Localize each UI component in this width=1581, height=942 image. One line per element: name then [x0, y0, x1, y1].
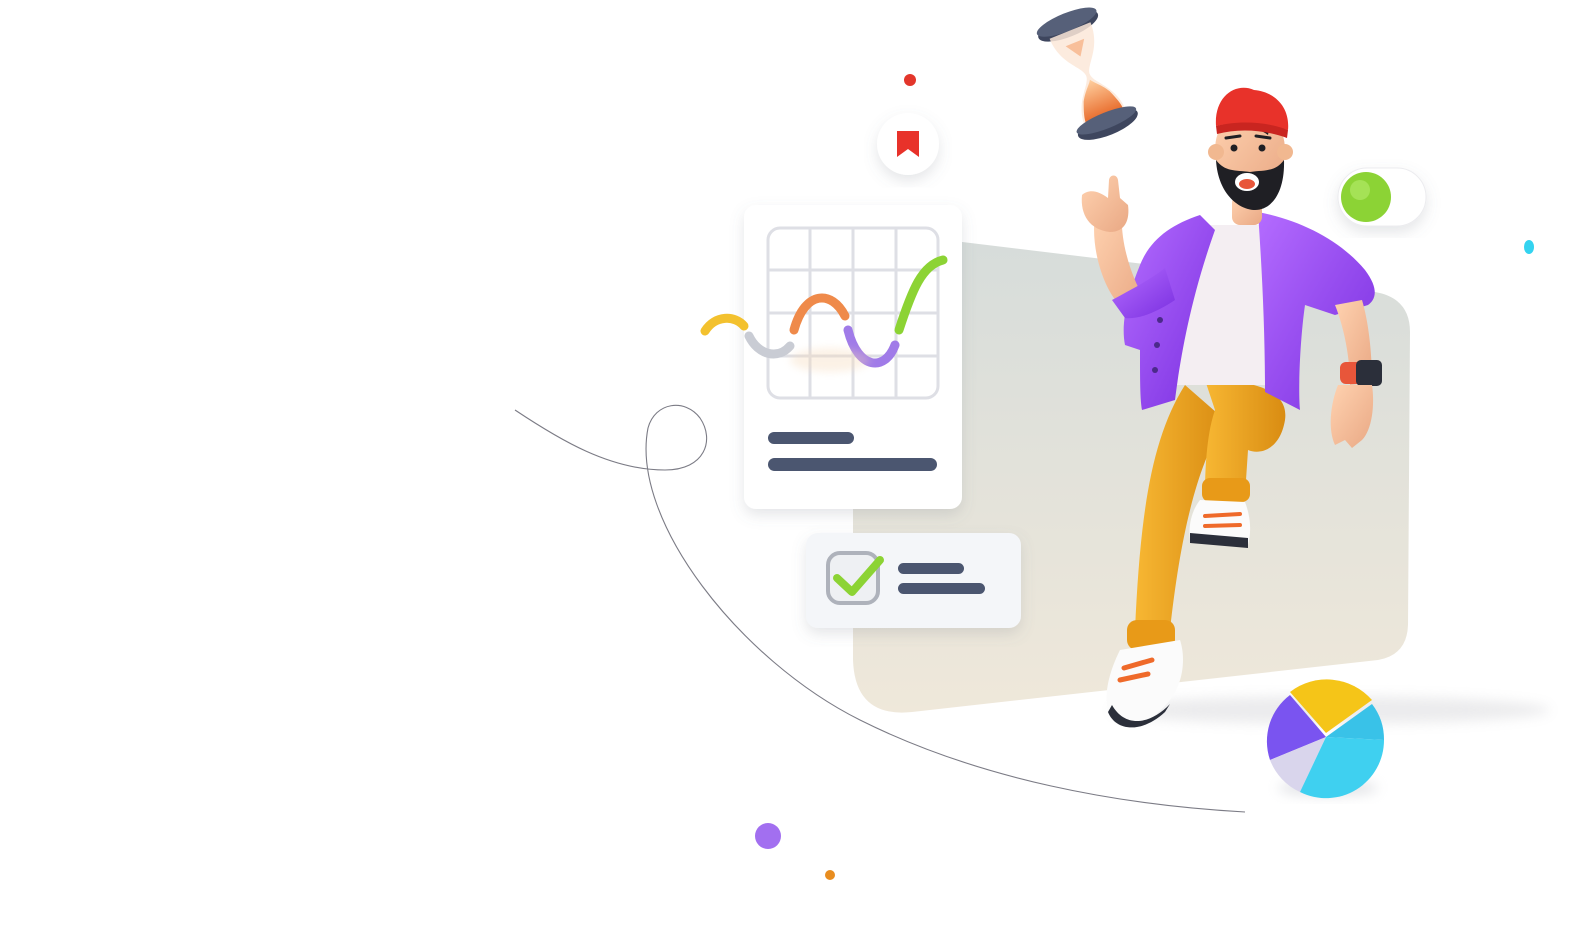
checkbox-card: [806, 533, 1021, 628]
hourglass-icon: [1036, 7, 1138, 140]
orange-dot: [825, 870, 835, 880]
raised-shoe-icon: [1189, 500, 1251, 548]
text-line-long: [768, 458, 937, 471]
illustration-canvas: [514, 7, 1550, 880]
text-line-short: [768, 432, 854, 444]
raised-hand: [1081, 175, 1129, 232]
checkbox-text-long: [898, 583, 985, 594]
wave-segment-yellow: [700, 313, 749, 336]
hero-illustration: [0, 0, 1581, 942]
red-dot: [904, 74, 916, 86]
bookmark-icon: [877, 113, 939, 175]
checkbox-text-short: [898, 563, 964, 574]
head: [1208, 87, 1293, 210]
purple-dot: [755, 823, 781, 849]
line-chart-card: [700, 205, 962, 509]
cyan-dot: [1524, 240, 1534, 254]
toggle-switch-icon: [1337, 167, 1427, 227]
